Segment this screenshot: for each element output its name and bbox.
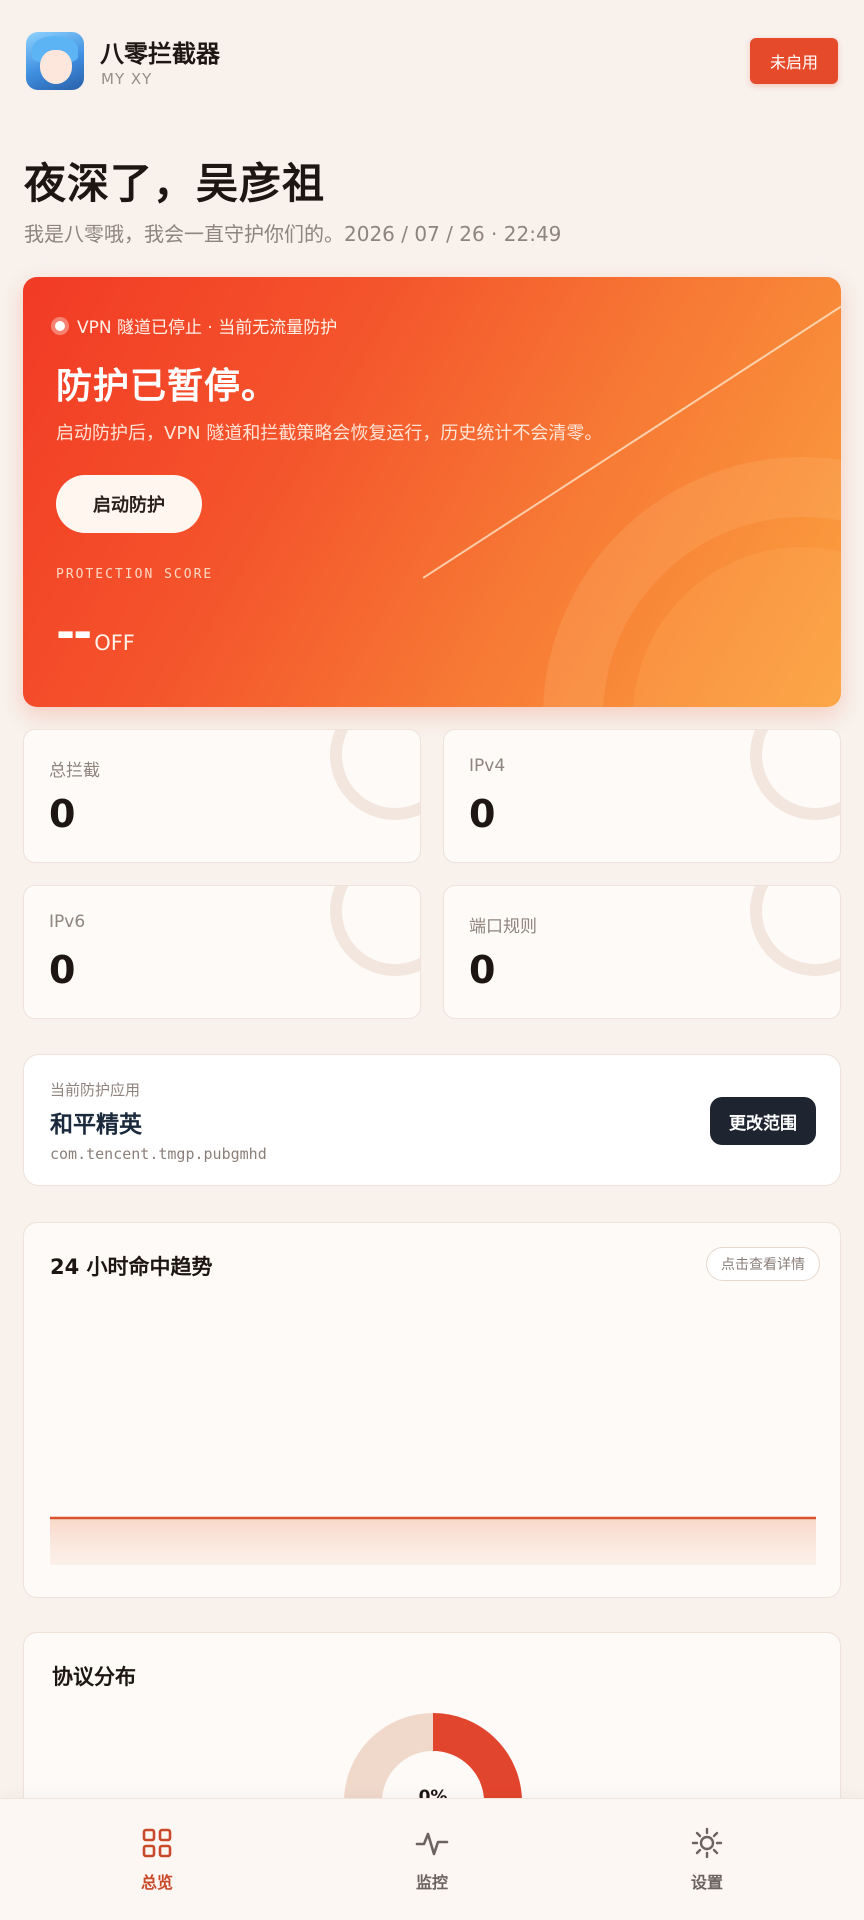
nav-monitor[interactable]: 监控 xyxy=(372,1825,492,1893)
stat-label: IPv4 xyxy=(469,756,506,776)
stat-value: 0 xyxy=(49,948,76,992)
protocol-title: 协议分布 xyxy=(52,1665,136,1689)
change-scope-button[interactable]: 更改范围 xyxy=(710,1097,816,1145)
protected-app-heading: 当前防护应用 xyxy=(50,1081,141,1099)
view-details-button[interactable]: 点击查看详情 xyxy=(706,1247,820,1281)
nav-label: 总览 xyxy=(140,1873,173,1892)
bottom-nav: 总览 监控 设置 xyxy=(0,1798,864,1920)
stat-card-total-blocked: 总拦截 0 xyxy=(23,729,421,863)
stat-value: 0 xyxy=(469,948,496,992)
trend-card: 24 小时命中趋势 点击查看详情 xyxy=(23,1222,841,1598)
nav-label: 监控 xyxy=(415,1873,448,1892)
stat-label: 端口规则 xyxy=(469,917,537,937)
pulse-icon xyxy=(372,1825,492,1861)
protected-app-name: 和平精英 xyxy=(50,1112,142,1138)
protected-app-card: 当前防护应用 和平精英 com.tencent.tmgp.pubgmhd 更改范… xyxy=(23,1054,841,1186)
stat-card-ipv6: IPv6 0 xyxy=(23,885,421,1019)
trend-title: 24 小时命中趋势 xyxy=(50,1255,213,1279)
vpn-status: VPN 隧道已停止 · 当前无流量防护 xyxy=(51,313,337,338)
nav-label: 设置 xyxy=(690,1873,723,1892)
score-value: -- xyxy=(56,605,92,659)
app-name: 八零拦截器 xyxy=(100,40,220,68)
status-dot-icon xyxy=(51,316,69,335)
protection-score: -- OFF xyxy=(56,609,135,655)
vpn-status-text: VPN 隧道已停止 · 当前无流量防护 xyxy=(77,318,338,338)
stat-label: 总拦截 xyxy=(49,761,100,781)
trend-chart[interactable] xyxy=(50,1303,816,1575)
app-header: 八零拦截器 MY XY 未启用 xyxy=(0,0,864,130)
protected-app-package: com.tencent.tmgp.pubgmhd xyxy=(50,1145,267,1163)
score-unit: OFF xyxy=(94,631,135,655)
hero-title: 防护已暂停。 xyxy=(56,366,279,407)
nav-overview[interactable]: 总览 xyxy=(97,1825,217,1893)
nav-settings[interactable]: 设置 xyxy=(647,1825,767,1893)
start-protection-button[interactable]: 启动防护 xyxy=(56,475,202,533)
stat-card-ipv4: IPv4 0 xyxy=(443,729,841,863)
app-avatar xyxy=(26,32,84,90)
gear-icon xyxy=(647,1825,767,1861)
greeting-subtitle: 我是八零哦，我会一直守护你们的。2026 / 07 / 26 · 22:49 xyxy=(24,222,562,246)
grid-icon xyxy=(97,1825,217,1861)
score-label: PROTECTION SCORE xyxy=(56,567,214,582)
greeting-title: 夜深了，吴彦祖 xyxy=(24,159,326,208)
app-subtitle: MY XY xyxy=(101,70,153,88)
stat-label: IPv6 xyxy=(49,912,86,932)
trend-area xyxy=(50,1518,816,1565)
status-button[interactable]: 未启用 xyxy=(750,38,838,84)
stat-value: 0 xyxy=(49,792,76,836)
protection-hero-card: VPN 隧道已停止 · 当前无流量防护 防护已暂停。 启动防护后，VPN 隧道和… xyxy=(23,277,841,707)
stat-card-port-rules: 端口规则 0 xyxy=(443,885,841,1019)
hero-description: 启动防护后，VPN 隧道和拦截策略会恢复运行，历史统计不会清零。 xyxy=(56,423,603,444)
stat-value: 0 xyxy=(469,792,496,836)
